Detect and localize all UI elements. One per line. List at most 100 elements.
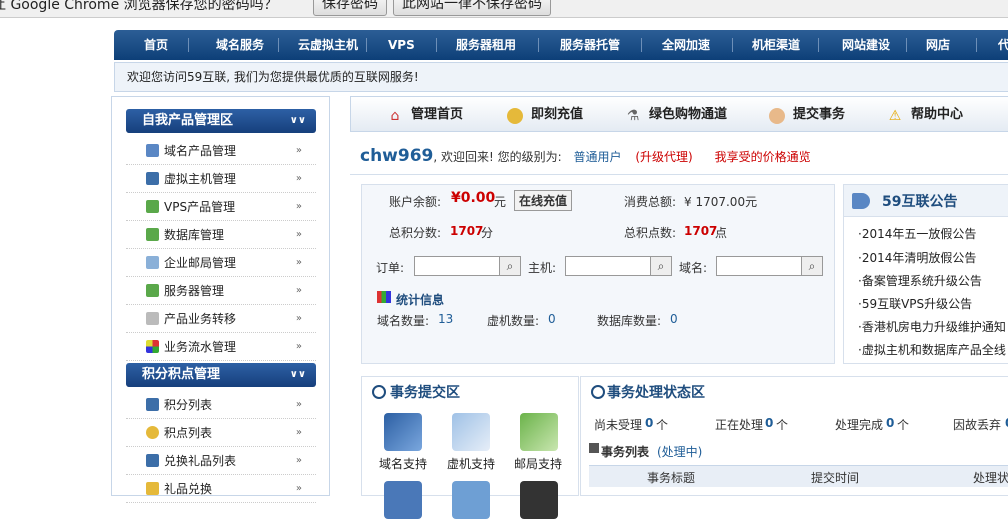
- nav-website[interactable]: 网站建设: [842, 30, 890, 60]
- chevron-right-icon: »: [295, 229, 302, 240]
- chevron-right-icon: »: [295, 201, 302, 212]
- toolbar-shopping[interactable]: 绿色购物通道: [649, 97, 727, 133]
- db-count: 0: [670, 312, 678, 326]
- chevron-right-icon: »: [295, 455, 302, 466]
- sidebar-item-flow[interactable]: 业务流水管理 »: [126, 333, 316, 361]
- sidebar-item-vps[interactable]: VPS产品管理 »: [126, 193, 316, 221]
- spent-label: 消费总额:: [624, 195, 677, 209]
- notice-item[interactable]: ·香港机房电力升级维护通知: [858, 318, 1006, 335]
- mail-icon: [146, 256, 159, 269]
- nav-server-rent[interactable]: 服务器租用: [456, 30, 516, 60]
- price-link[interactable]: 我享受的价格通览: [715, 150, 811, 164]
- domain-support-label[interactable]: 域名支持: [379, 455, 427, 472]
- nav-separator: [732, 38, 733, 52]
- notice-item[interactable]: ·2014年五一放假公告: [858, 225, 976, 242]
- notice-item[interactable]: ·59互联VPS升级公告: [858, 295, 972, 312]
- host-search-input[interactable]: [565, 256, 651, 276]
- list-icon: [589, 443, 599, 453]
- sidebar-item-label: 企业邮局管理: [164, 256, 237, 270]
- sidebar-item-domain[interactable]: 域名产品管理 »: [126, 137, 316, 165]
- upgrade-link[interactable]: (升级代理): [635, 150, 692, 164]
- nav-vps[interactable]: VPS: [388, 30, 415, 60]
- mail-support-label[interactable]: 邮局支持: [514, 455, 562, 472]
- notice-item[interactable]: ·2014年清明放假公告: [858, 249, 976, 266]
- vhost-support-icon[interactable]: [452, 413, 490, 451]
- nav-cdn[interactable]: 全网加速: [662, 30, 710, 60]
- pending-count: 0: [645, 416, 654, 430]
- sidebar-item-points-list[interactable]: 积分列表 »: [126, 391, 316, 419]
- toolbar-submit[interactable]: 提交事务: [793, 97, 845, 133]
- sidebar-item-server[interactable]: 服务器管理 »: [126, 277, 316, 305]
- chevron-right-icon: »: [295, 257, 302, 268]
- credits-unit: 点: [715, 226, 728, 240]
- save-password-button[interactable]: 保存密码: [313, 0, 387, 16]
- mail-support-icon[interactable]: [520, 413, 558, 451]
- coins-icon: [146, 426, 159, 439]
- toolbar-help[interactable]: 帮助中心: [911, 97, 963, 133]
- sidebar-item-transfer[interactable]: 产品业务转移 »: [126, 305, 316, 333]
- cart-icon: ⚗: [626, 108, 640, 124]
- done-label: 处理完成: [835, 418, 884, 432]
- notice-item[interactable]: ·虚拟主机和数据库产品全线: [858, 341, 1006, 358]
- ticket-submit-panel: 事务提交区 域名支持 虚机支持 邮局支持: [361, 376, 579, 519]
- nav-shop[interactable]: 网店: [926, 30, 950, 60]
- main-nav: 首页 域名服务 云虚拟主机 VPS 服务器租用 服务器托管 全网加速 机柜渠道 …: [114, 30, 1008, 60]
- sidebar-item-mail[interactable]: 企业邮局管理 »: [126, 249, 316, 277]
- nav-server-hosting[interactable]: 服务器托管: [560, 30, 620, 60]
- sidebar-item-gift-redeem[interactable]: 礼品兑换 »: [126, 475, 316, 503]
- nav-rack[interactable]: 机柜渠道: [752, 30, 800, 60]
- sidebar-item-label: 域名产品管理: [164, 144, 237, 158]
- notice-header: 59互联公告: [844, 185, 1008, 217]
- toolbar-recharge[interactable]: 即刻充值: [531, 97, 583, 133]
- ticket-list-status[interactable]: (处理中): [657, 443, 702, 460]
- nav-domain[interactable]: 域名服务: [216, 30, 264, 60]
- nav-agent[interactable]: 代: [994, 30, 1008, 60]
- sidebar-item-label: 数据库管理: [164, 228, 225, 242]
- chevron-right-icon: »: [295, 173, 302, 184]
- processing-unit: 个: [776, 418, 789, 432]
- sidebar-group-points[interactable]: 积分积点管理 ∨∨: [126, 363, 316, 387]
- sidebar-item-credits-list[interactable]: 积点列表 »: [126, 419, 316, 447]
- chevron-right-icon: »: [295, 313, 302, 324]
- stats-title: 统计信息: [396, 293, 445, 307]
- search-icon[interactable]: ⌕: [650, 256, 672, 276]
- account-panel: 账户余额: ¥0.00 元 在线充值 消费总额: ¥ 1707.00元 总积分数…: [361, 184, 835, 364]
- toolbar-home[interactable]: 管理首页: [411, 97, 463, 133]
- sidebar-item-database[interactable]: 数据库管理 »: [126, 221, 316, 249]
- recharge-button[interactable]: 在线充值: [514, 190, 573, 211]
- notice-item[interactable]: ·备案管理系统升级公告: [858, 272, 982, 289]
- never-save-button[interactable]: 此网站一律不保存密码: [393, 0, 551, 16]
- sidebar-item-gift-list[interactable]: 兑换礼品列表 »: [126, 447, 316, 475]
- nav-separator: [188, 38, 189, 52]
- transfer-icon: [146, 312, 159, 325]
- domain-icon: [146, 144, 159, 157]
- vhost-support-label[interactable]: 虚机支持: [447, 455, 495, 472]
- balance-unit: 元: [494, 195, 507, 209]
- user-level[interactable]: 普通用户: [574, 150, 622, 164]
- nav-separator: [976, 38, 977, 52]
- submit-title: 事务提交区: [390, 385, 460, 401]
- support-icon[interactable]: [520, 481, 558, 519]
- domain-count-label: 域名数量:: [377, 314, 430, 328]
- divider: [350, 174, 1008, 175]
- warning-icon: ⚠: [888, 108, 902, 124]
- order-search-input[interactable]: [414, 256, 500, 276]
- support-icon[interactable]: [452, 481, 490, 519]
- ticket-table-header: 事务标题 提交时间 处理状: [589, 465, 1008, 487]
- domain-search-input[interactable]: [716, 256, 802, 276]
- sidebar-item-label: 积点列表: [164, 426, 213, 440]
- sidebar-group-products[interactable]: 自我产品管理区 ∨∨: [126, 109, 316, 133]
- domain-support-icon[interactable]: [384, 413, 422, 451]
- monitor-icon: [146, 172, 159, 185]
- megaphone-icon: [852, 193, 870, 209]
- sidebar-group-title: 积分积点管理: [142, 367, 221, 382]
- nav-cloud-host[interactable]: 云虚拟主机: [298, 30, 358, 60]
- search-icon[interactable]: ⌕: [499, 256, 521, 276]
- nav-home[interactable]: 首页: [144, 30, 168, 60]
- processing-label: 正在处理: [715, 418, 764, 432]
- sidebar-item-vhost[interactable]: 虚拟主机管理 »: [126, 165, 316, 193]
- search-icon[interactable]: ⌕: [801, 256, 823, 276]
- support-icon[interactable]: [384, 481, 422, 519]
- database-icon: [146, 228, 159, 241]
- nav-separator: [538, 38, 539, 52]
